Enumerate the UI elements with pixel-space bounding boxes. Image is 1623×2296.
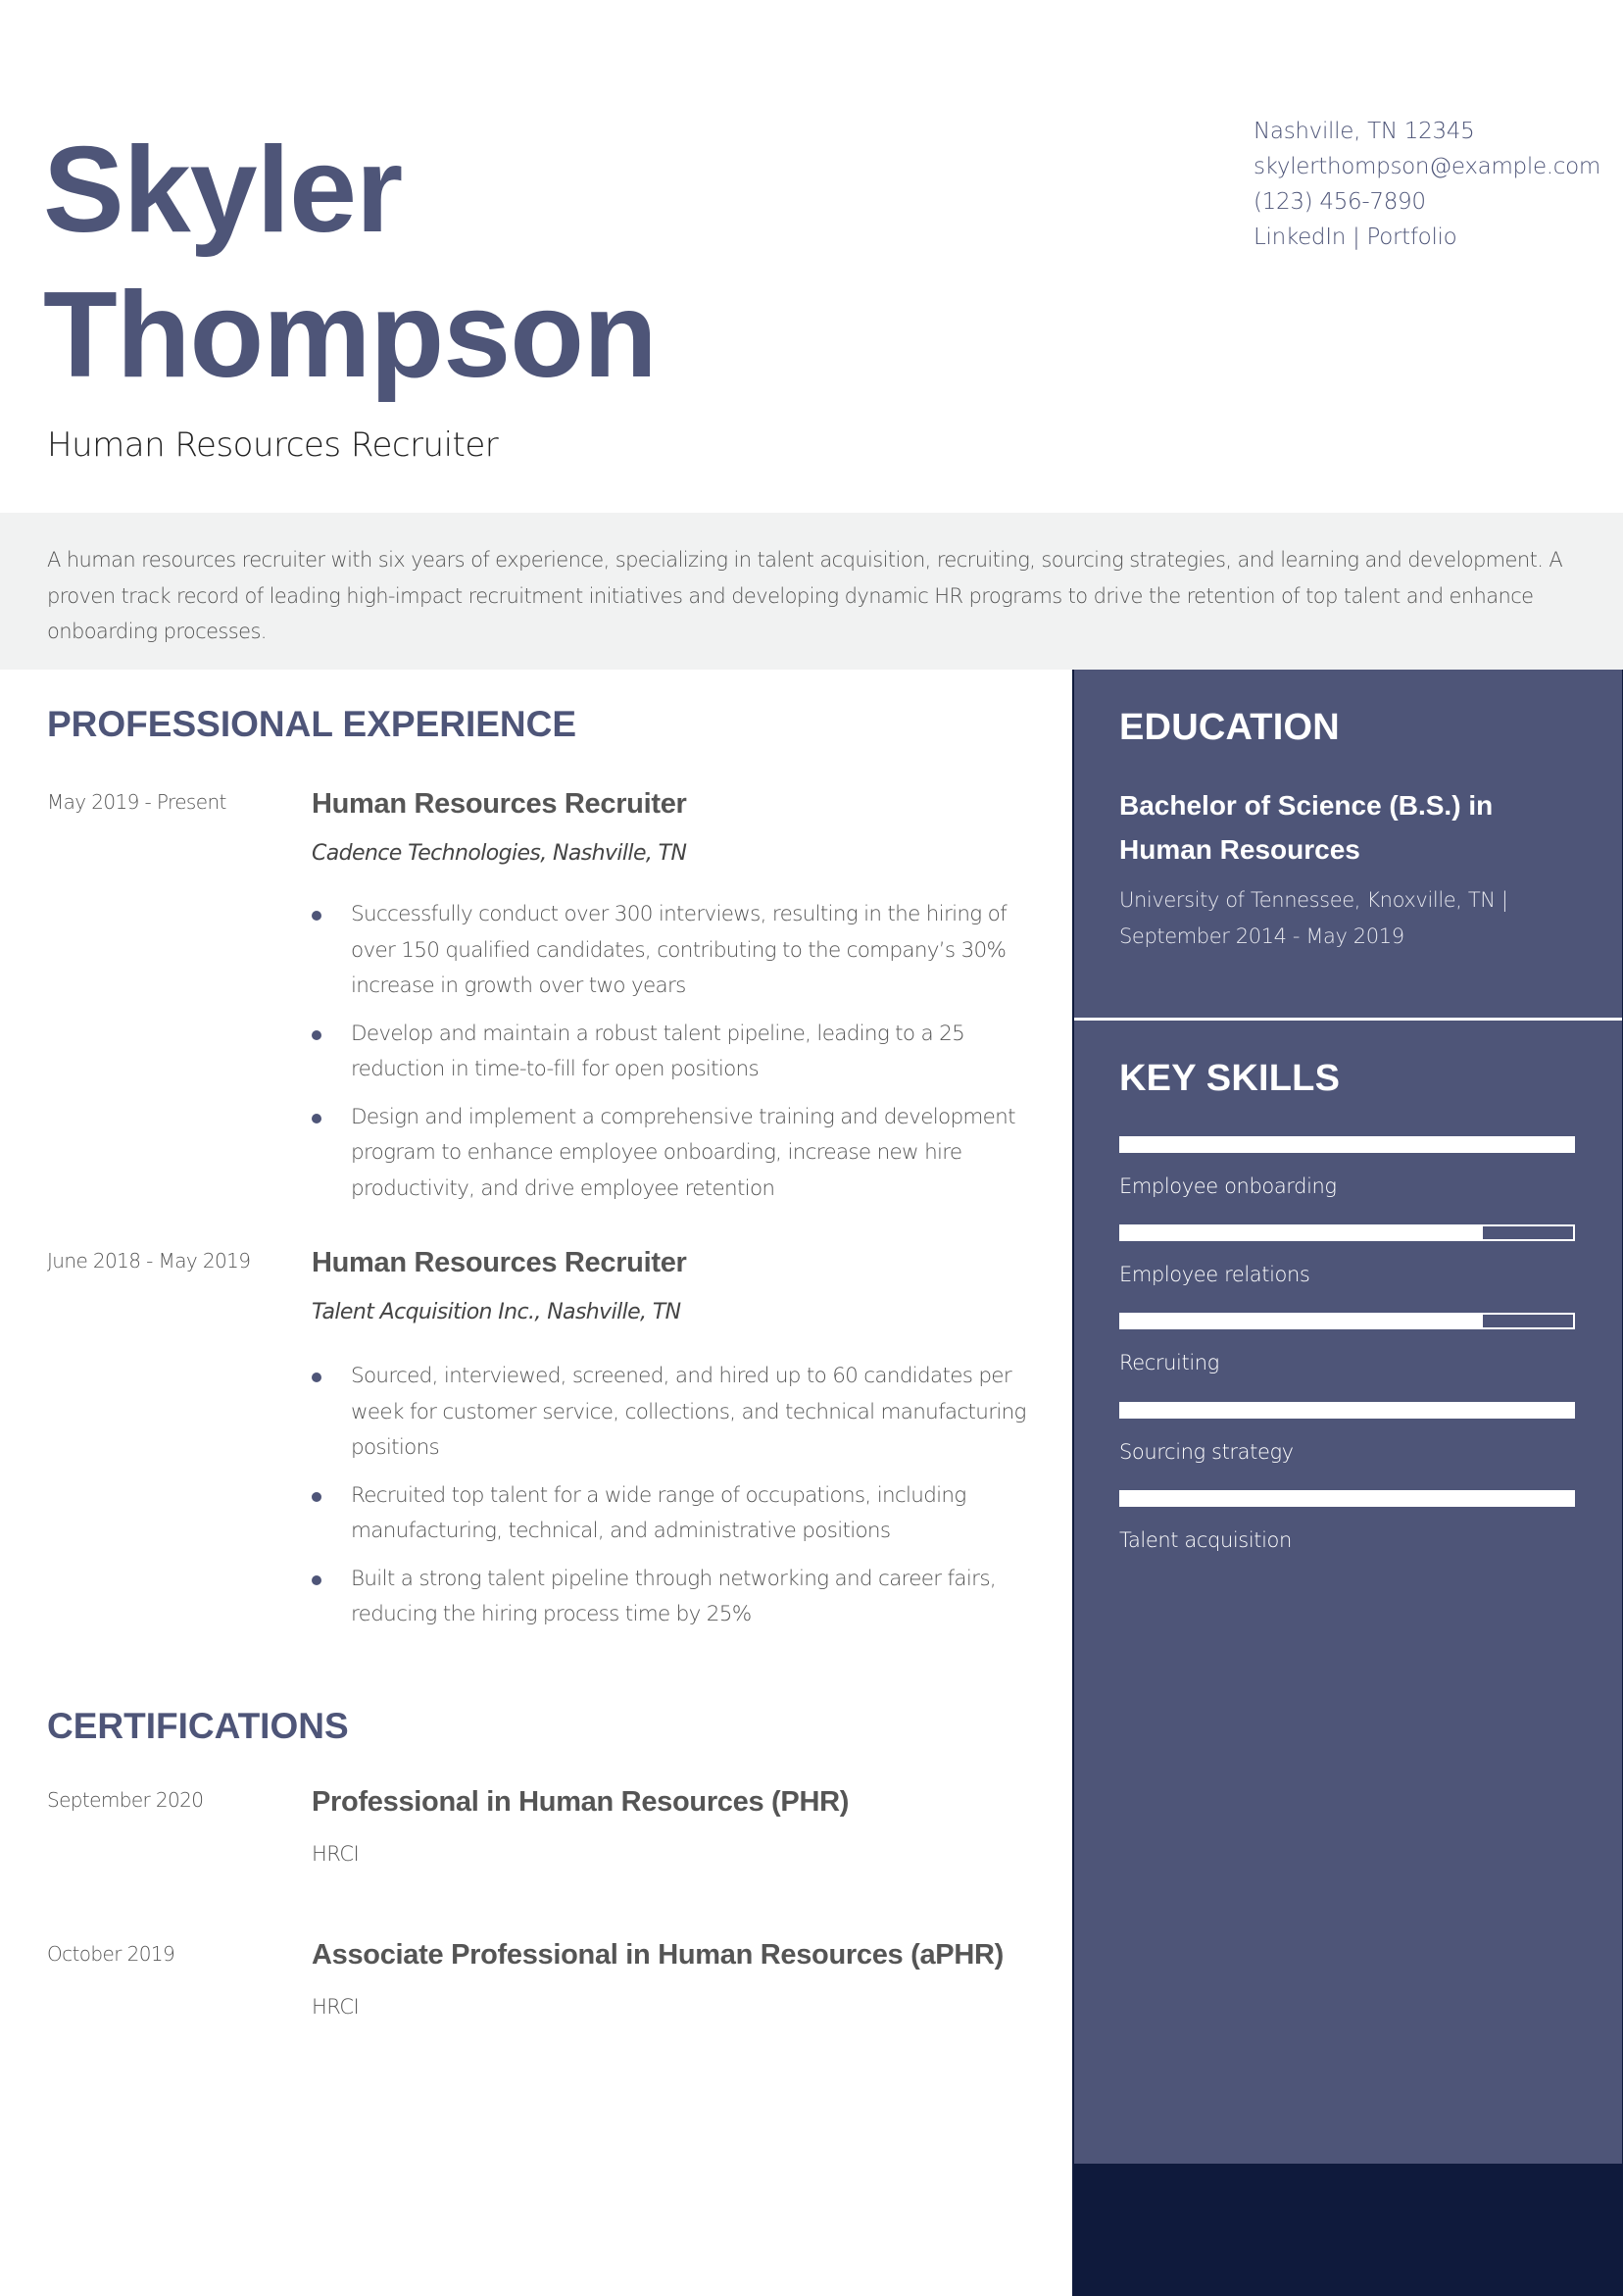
education-school: University of Tennessee, Knoxville, TN |: [1119, 888, 1508, 912]
job-title: Human Resources Recruiter: [312, 788, 687, 820]
certification-issuer: HRCI: [312, 1995, 360, 2019]
candidate-name: Skyler Thompson: [43, 118, 658, 408]
skill-item: Recruiting: [1119, 1313, 1575, 1374]
job-title-headline: Human Resources Recruiter: [47, 425, 499, 465]
job-company: Talent Acquisition Inc., Nashville, TN: [312, 1300, 681, 1324]
job-bullet: Built a strong talent pipeline through n…: [312, 1562, 1037, 1633]
certification-name: Associate Professional in Human Resource…: [312, 1939, 1004, 1971]
contact-location: Nashville, TN 12345: [1254, 119, 1475, 144]
job-dates: June 2018 - May 2019: [47, 1249, 251, 1273]
job-bullet: Sourced, interviewed, screened, and hire…: [312, 1359, 1037, 1467]
skill-bar: [1119, 1313, 1575, 1329]
bullet-dot-icon: [312, 1373, 321, 1382]
skill-item: Employee onboarding: [1119, 1136, 1575, 1198]
skill-label: Talent acquisition: [1119, 1528, 1292, 1552]
skill-bar: [1119, 1402, 1575, 1419]
skill-bar-fill: [1121, 1138, 1573, 1151]
linkedin-link[interactable]: LinkedIn: [1254, 225, 1346, 250]
summary-text: A human resources recruiter with six yea…: [47, 548, 1563, 643]
experience-heading: PROFESSIONAL EXPERIENCE: [47, 704, 577, 744]
skill-label: Recruiting: [1119, 1351, 1219, 1374]
contact-info: Nashville, TN 12345 skylerthompson@examp…: [1254, 114, 1600, 255]
job-company: Cadence Technologies, Nashville, TN: [312, 841, 687, 866]
certification-name: Professional in Human Resources (PHR): [312, 1786, 850, 1818]
job-bullet: Develop and maintain a robust talent pip…: [312, 1017, 1037, 1088]
contact-links: LinkedIn | Portfolio: [1254, 220, 1600, 255]
link-separator: |: [1346, 225, 1367, 250]
skill-bar: [1119, 1136, 1575, 1153]
first-name: Skyler: [43, 123, 403, 258]
skill-label: Employee onboarding: [1119, 1174, 1337, 1198]
contact-email[interactable]: skylerthompson@example.com: [1254, 149, 1600, 184]
job-bullet: Successfully conduct over 300 interviews…: [312, 897, 1037, 1005]
certification-issuer: HRCI: [312, 1842, 360, 1866]
bullet-dot-icon: [312, 1491, 321, 1502]
bullet-dot-icon: [312, 1113, 321, 1123]
job-title: Human Resources Recruiter: [312, 1247, 687, 1278]
sidebar: EDUCATION Bachelor of Science (B.S.) in …: [1074, 670, 1622, 2164]
education-detail: University of Tennessee, Knoxville, TN |…: [1119, 882, 1570, 955]
job-dates: May 2019 - Present: [47, 790, 226, 814]
job-bullets: Sourced, interviewed, screened, and hire…: [312, 1359, 1037, 1645]
skill-bar-fill: [1121, 1492, 1573, 1505]
education-dates: September 2014 - May 2019: [1119, 924, 1404, 948]
skill-label: Employee relations: [1119, 1263, 1310, 1286]
bullet-dot-icon: [312, 911, 321, 921]
bullet-dot-icon: [312, 1029, 321, 1040]
job-bullet: Recruited top talent for a wide range of…: [312, 1478, 1037, 1550]
bullet-dot-icon: [312, 1574, 321, 1585]
portfolio-link[interactable]: Portfolio: [1366, 225, 1456, 250]
skill-bar: [1119, 1224, 1575, 1241]
skill-bar-fill: [1121, 1404, 1573, 1417]
skill-bar-fill: [1121, 1226, 1483, 1239]
certification-date: October 2019: [47, 1942, 175, 1966]
skill-item: Employee relations: [1119, 1224, 1575, 1286]
skill-label: Sourcing strategy: [1119, 1440, 1294, 1464]
skill-bar-fill: [1121, 1315, 1483, 1327]
summary-band: A human resources recruiter with six yea…: [0, 513, 1623, 670]
job-bullet: Design and implement a comprehensive tra…: [312, 1100, 1037, 1208]
contact-phone: (123) 456-7890: [1254, 189, 1426, 215]
certification-date: September 2020: [47, 1788, 204, 1812]
certifications-heading: CERTIFICATIONS: [47, 1706, 349, 1746]
education-degree: Bachelor of Science (B.S.) in Human Reso…: [1119, 790, 1494, 865]
education-heading: EDUCATION: [1119, 707, 1340, 748]
sidebar-divider: [1074, 1018, 1622, 1021]
last-name: Thompson: [43, 268, 658, 403]
skill-item: Sourcing strategy: [1119, 1402, 1575, 1464]
job-bullets: Successfully conduct over 300 interviews…: [312, 897, 1037, 1219]
skills-heading: KEY SKILLS: [1119, 1058, 1341, 1099]
skill-item: Talent acquisition: [1119, 1490, 1575, 1552]
skill-bar: [1119, 1490, 1575, 1507]
